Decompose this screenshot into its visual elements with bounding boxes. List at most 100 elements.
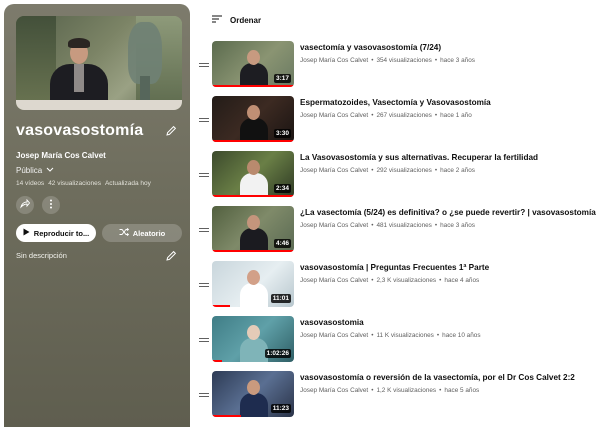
video-title[interactable]: vasectomía y vasovasostomía (7/24) bbox=[300, 43, 475, 52]
video-channel[interactable]: Josep María Cos Calvet bbox=[300, 332, 368, 339]
video-meta: Josep María Cos Calvet • 292 visualizacion… bbox=[300, 167, 538, 174]
video-views: 2,3 K visualizaciones bbox=[376, 277, 437, 284]
more-vert-icon bbox=[49, 196, 53, 214]
video-thumbnail[interactable]: 3:17 bbox=[212, 41, 294, 87]
playlist-video-row[interactable]: 3:17 vasectomía y vasovasostomía (7/24) Jo… bbox=[196, 41, 600, 89]
video-title[interactable]: vasovasostomía o reversión de la vasecto… bbox=[300, 373, 575, 382]
video-views: 11 K visualizaciones bbox=[376, 332, 434, 339]
watch-progress-bar bbox=[212, 195, 294, 197]
video-thumbnail[interactable]: 1:02:26 bbox=[212, 316, 294, 362]
drag-handle-icon[interactable] bbox=[196, 206, 212, 254]
watch-progress-bar bbox=[212, 85, 294, 87]
sort-button[interactable]: Ordenar bbox=[212, 15, 261, 25]
video-title[interactable]: ¿La vasectomía (5/24) es definitiva? o ¿… bbox=[300, 208, 596, 217]
video-info: vasovasostomía | Preguntas Frecuentes 1ª… bbox=[300, 261, 489, 284]
shuffle-button[interactable]: Aleatorio bbox=[102, 224, 182, 242]
drag-handle-icon[interactable] bbox=[196, 316, 212, 364]
playlist-title: vasovasostomía bbox=[16, 122, 144, 139]
video-meta: Josep María Cos Calvet • 354 visualizacion… bbox=[300, 57, 475, 64]
video-title[interactable]: vasovasostomia bbox=[300, 318, 481, 327]
video-age: hace 10 años bbox=[442, 332, 481, 339]
video-info: vasectomía y vasovasostomía (7/24) Josep … bbox=[300, 41, 475, 64]
video-age: hace 3 años bbox=[440, 222, 475, 229]
meta-separator: • bbox=[434, 167, 438, 174]
meta-separator: • bbox=[371, 277, 374, 284]
video-info: vasovasostomía o reversión de la vasecto… bbox=[300, 371, 575, 394]
updated-label: Actualizada hoy bbox=[104, 180, 151, 187]
video-thumbnail[interactable]: 3:30 bbox=[212, 96, 294, 142]
video-age: hace 4 años bbox=[444, 277, 480, 284]
meta-separator: • bbox=[371, 222, 374, 229]
playlist-stats: 14 vídeos 42 visualizaciones Actualizada… bbox=[16, 180, 151, 187]
play-all-button[interactable]: Reproducir to... bbox=[16, 224, 96, 242]
video-thumbnail[interactable]: 4:46 bbox=[212, 206, 294, 252]
edit-description-icon[interactable] bbox=[164, 249, 178, 263]
playlist-owner[interactable]: Josep María Cos Calvet bbox=[16, 151, 106, 160]
watch-progress-bar bbox=[212, 415, 241, 417]
shuffle-icon bbox=[119, 227, 129, 238]
play-icon bbox=[23, 228, 30, 238]
video-meta: Josep María Cos Calvet • 481 visualizacion… bbox=[300, 222, 596, 229]
video-info: La Vasovasostomía y sus alternativas. Re… bbox=[300, 151, 538, 174]
watch-progress-bar bbox=[212, 360, 222, 362]
playlist-video-row[interactable]: 1:02:26 vasovasostomia Josep María Cos Cal… bbox=[196, 316, 600, 364]
video-channel[interactable]: Josep María Cos Calvet bbox=[300, 387, 368, 394]
video-age: hace 2 años bbox=[440, 167, 475, 174]
video-count: 14 vídeos bbox=[16, 180, 45, 187]
video-duration: 11:01 bbox=[270, 294, 291, 303]
sort-icon bbox=[212, 15, 222, 25]
shuffle-label: Aleatorio bbox=[132, 228, 166, 238]
playlist-thumbnail[interactable] bbox=[16, 16, 182, 110]
playlist-video-row[interactable]: 11:01 vasovasostomía | Preguntas Frecuent… bbox=[196, 261, 600, 309]
meta-separator: • bbox=[439, 387, 442, 394]
playlist-panel: vasovasostomía Josep María Cos Calvet Pú… bbox=[4, 4, 190, 427]
privacy-selector[interactable]: Pública bbox=[16, 166, 54, 175]
video-title[interactable]: La Vasovasostomía y sus alternativas. Re… bbox=[300, 153, 538, 162]
drag-handle-icon[interactable] bbox=[196, 96, 212, 144]
video-title[interactable]: Espermatozoides, Vasectomía y Vasovasost… bbox=[300, 98, 491, 107]
video-channel[interactable]: Josep María Cos Calvet bbox=[300, 112, 368, 119]
playlist-video-row[interactable]: 2:34 La Vasovasostomía y sus alternativas… bbox=[196, 151, 600, 199]
video-duration: 11:23 bbox=[270, 404, 291, 413]
meta-separator: • bbox=[371, 387, 374, 394]
video-meta: Josep María Cos Calvet • 267 visualizacion… bbox=[300, 112, 491, 119]
video-info: ¿La vasectomía (5/24) es definitiva? o ¿… bbox=[300, 206, 596, 229]
video-meta: Josep María Cos Calvet • 2,3 K visualizaci… bbox=[300, 277, 489, 284]
watch-progress-bar bbox=[212, 140, 294, 142]
video-views: 1,2 K visualizaciones bbox=[376, 387, 437, 394]
playlist-video-row[interactable]: 11:23 vasovasostomía o reversión de la va… bbox=[196, 371, 600, 419]
meta-separator: • bbox=[434, 57, 438, 64]
playlist-description: Sin descripción bbox=[16, 251, 67, 260]
more-options-button[interactable] bbox=[42, 196, 60, 214]
meta-separator: • bbox=[371, 112, 374, 119]
meta-separator: • bbox=[439, 277, 442, 284]
playlist-video-row[interactable]: 4:46 ¿La vasectomía (5/24) es definitiva?… bbox=[196, 206, 600, 254]
video-duration: 3:30 bbox=[273, 129, 291, 138]
meta-separator: • bbox=[371, 332, 374, 339]
watch-progress-bar bbox=[212, 305, 231, 307]
video-thumbnail[interactable]: 11:01 bbox=[212, 261, 294, 307]
video-channel[interactable]: Josep María Cos Calvet bbox=[300, 277, 368, 284]
edit-title-icon[interactable] bbox=[164, 124, 178, 138]
privacy-label: Pública bbox=[16, 166, 43, 175]
meta-separator: • bbox=[436, 332, 440, 339]
share-icon bbox=[20, 196, 31, 214]
share-button[interactable] bbox=[16, 196, 34, 214]
drag-handle-icon[interactable] bbox=[196, 261, 212, 309]
video-channel[interactable]: Josep María Cos Calvet bbox=[300, 167, 368, 174]
drag-handle-icon[interactable] bbox=[196, 41, 212, 89]
video-views: 292 visualizaciones bbox=[376, 167, 432, 174]
video-info: Espermatozoides, Vasectomía y Vasovasost… bbox=[300, 96, 491, 119]
video-channel[interactable]: Josep María Cos Calvet bbox=[300, 222, 368, 229]
meta-separator: • bbox=[434, 112, 438, 119]
video-channel[interactable]: Josep María Cos Calvet bbox=[300, 57, 368, 64]
video-title[interactable]: vasovasostomía | Preguntas Frecuentes 1ª… bbox=[300, 263, 489, 272]
drag-handle-icon[interactable] bbox=[196, 151, 212, 199]
drag-handle-icon[interactable] bbox=[196, 371, 212, 419]
video-thumbnail[interactable]: 2:34 bbox=[212, 151, 294, 197]
meta-separator: • bbox=[434, 222, 438, 229]
playlist-video-row[interactable]: 3:30 Espermatozoides, Vasectomía y Vasova… bbox=[196, 96, 600, 144]
video-thumbnail[interactable]: 11:23 bbox=[212, 371, 294, 417]
video-meta: Josep María Cos Calvet • 11 K visualizacio… bbox=[300, 332, 481, 339]
meta-separator: • bbox=[371, 57, 374, 64]
